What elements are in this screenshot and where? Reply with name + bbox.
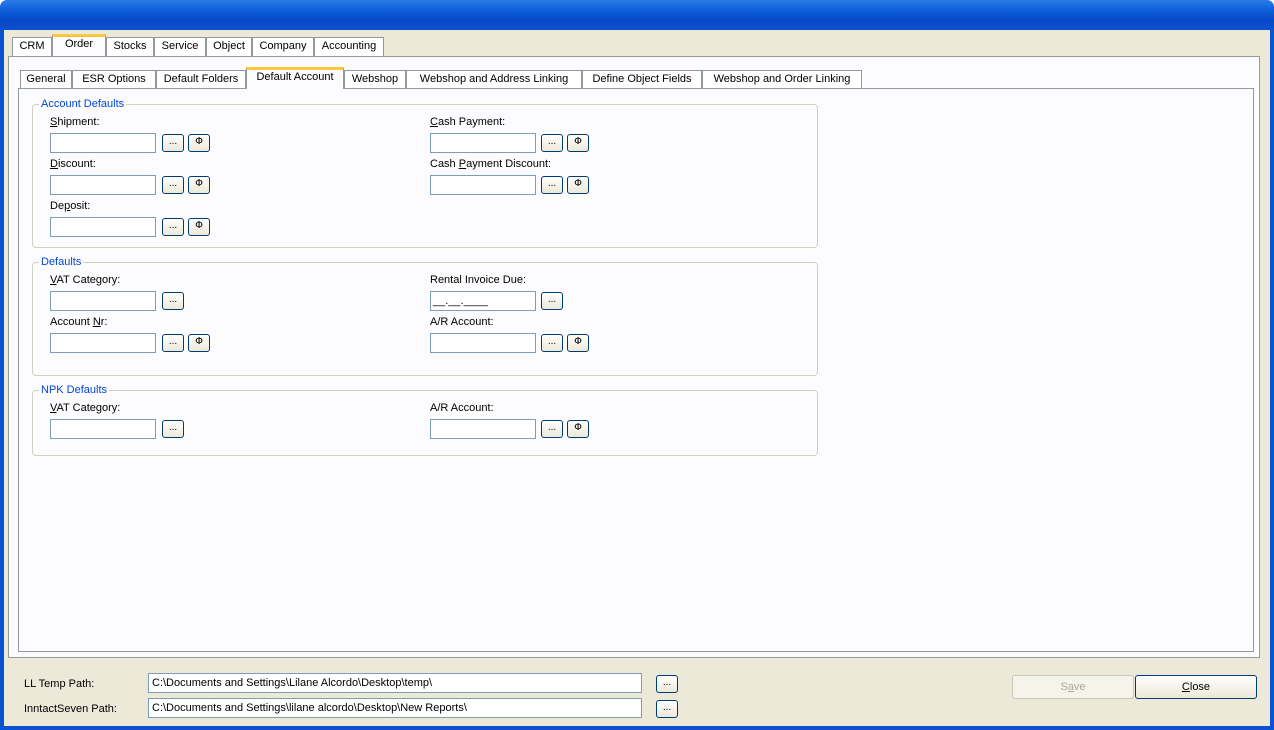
ar-account-browse-button[interactable]: ... xyxy=(541,334,563,352)
discount-lookup-button[interactable]: Φ xyxy=(188,176,210,194)
npk-vat-category-browse-button[interactable]: ... xyxy=(162,420,184,438)
tab-accounting[interactable]: Accounting xyxy=(314,37,384,56)
deposit-browse-button[interactable]: ... xyxy=(162,218,184,236)
inntactseven-path-browse-button[interactable]: ... xyxy=(656,700,678,718)
defaults-group: Defaults xyxy=(32,256,818,376)
ar-account-lookup-button[interactable]: Φ xyxy=(567,334,589,352)
tab-crm[interactable]: CRM xyxy=(12,37,52,56)
rental-invoice-due-input[interactable]: __.__.____ xyxy=(430,291,536,311)
deposit-lookup-button[interactable]: Φ xyxy=(188,218,210,236)
discount-input[interactable] xyxy=(50,175,156,195)
npk-vat-category-input[interactable] xyxy=(50,419,156,439)
vat-category-label: VAT Category: xyxy=(50,274,121,286)
shipment-label: Shipment: xyxy=(50,116,100,128)
tab-webshop-address-linking[interactable]: Webshop and Address Linking xyxy=(406,70,582,89)
tab-order[interactable]: Order xyxy=(52,34,106,56)
ar-account-input[interactable] xyxy=(430,333,536,353)
account-defaults-title: Account Defaults xyxy=(39,98,127,110)
rental-invoice-due-value: __.__.____ xyxy=(433,295,489,307)
npk-ar-account-lookup-button[interactable]: Φ xyxy=(567,420,589,438)
tab-webshop-order-linking[interactable]: Webshop and Order Linking xyxy=(702,70,862,89)
tab-object[interactable]: Object xyxy=(206,37,252,56)
ll-temp-path-label: LL Temp Path: xyxy=(24,678,95,690)
deposit-input[interactable] xyxy=(50,217,156,237)
defaults-title: Defaults xyxy=(39,256,84,268)
vat-category-input[interactable] xyxy=(50,291,156,311)
cash-payment-discount-label: Cash Payment Discount: xyxy=(430,158,552,170)
vat-category-browse-button[interactable]: ... xyxy=(162,292,184,310)
npk-ar-account-label: A/R Account: xyxy=(430,402,494,414)
account-nr-browse-button[interactable]: ... xyxy=(162,334,184,352)
window-title-bar[interactable] xyxy=(0,0,1274,30)
tab-service[interactable]: Service xyxy=(154,37,206,56)
cash-payment-lookup-button[interactable]: Φ xyxy=(567,134,589,152)
cash-payment-discount-lookup-button[interactable]: Φ xyxy=(567,176,589,194)
cash-payment-label: Cash Payment: xyxy=(430,116,506,128)
ll-temp-path-browse-button[interactable]: ... xyxy=(656,675,678,693)
cash-payment-browse-button[interactable]: ... xyxy=(541,134,563,152)
rental-invoice-due-browse-button[interactable]: ... xyxy=(541,292,563,310)
account-nr-input[interactable] xyxy=(50,333,156,353)
npk-ar-account-input[interactable] xyxy=(430,419,536,439)
rental-invoice-due-label: Rental Invoice Due: xyxy=(430,274,526,286)
tab-esr-options[interactable]: ESR Options xyxy=(72,70,156,89)
discount-browse-button[interactable]: ... xyxy=(162,176,184,194)
cash-payment-input[interactable] xyxy=(430,133,536,153)
npk-ar-account-browse-button[interactable]: ... xyxy=(541,420,563,438)
deposit-label: Deposit: xyxy=(50,200,91,212)
account-nr-label: Account Nr: xyxy=(50,316,108,328)
ar-account-label: A/R Account: xyxy=(430,316,494,328)
npk-vat-category-label: VAT Category: xyxy=(50,402,121,414)
discount-label: Discount: xyxy=(50,158,96,170)
tab-stocks[interactable]: Stocks xyxy=(106,37,154,56)
close-button[interactable]: Close xyxy=(1135,675,1257,699)
tab-general[interactable]: General xyxy=(20,70,72,89)
tab-company[interactable]: Company xyxy=(252,37,314,56)
ll-temp-path-input[interactable]: C:\Documents and Settings\Lilane Alcordo… xyxy=(148,673,642,693)
account-nr-lookup-button[interactable]: Φ xyxy=(188,334,210,352)
inntactseven-path-input[interactable]: C:\Documents and Settings\lilane alcordo… xyxy=(148,698,642,718)
cash-payment-discount-input[interactable] xyxy=(430,175,536,195)
shipment-input[interactable] xyxy=(50,133,156,153)
tab-default-account[interactable]: Default Account xyxy=(246,67,344,89)
save-button[interactable]: Save xyxy=(1012,675,1134,699)
shipment-lookup-button[interactable]: Φ xyxy=(188,134,210,152)
tab-default-folders[interactable]: Default Folders xyxy=(156,70,246,89)
npk-defaults-title: NPK Defaults xyxy=(39,384,110,396)
inntactseven-path-label: InntactSeven Path: xyxy=(24,703,117,715)
tab-define-object-fields[interactable]: Define Object Fields xyxy=(582,70,702,89)
tab-webshop[interactable]: Webshop xyxy=(344,70,406,89)
cash-payment-discount-browse-button[interactable]: ... xyxy=(541,176,563,194)
shipment-browse-button[interactable]: ... xyxy=(162,134,184,152)
